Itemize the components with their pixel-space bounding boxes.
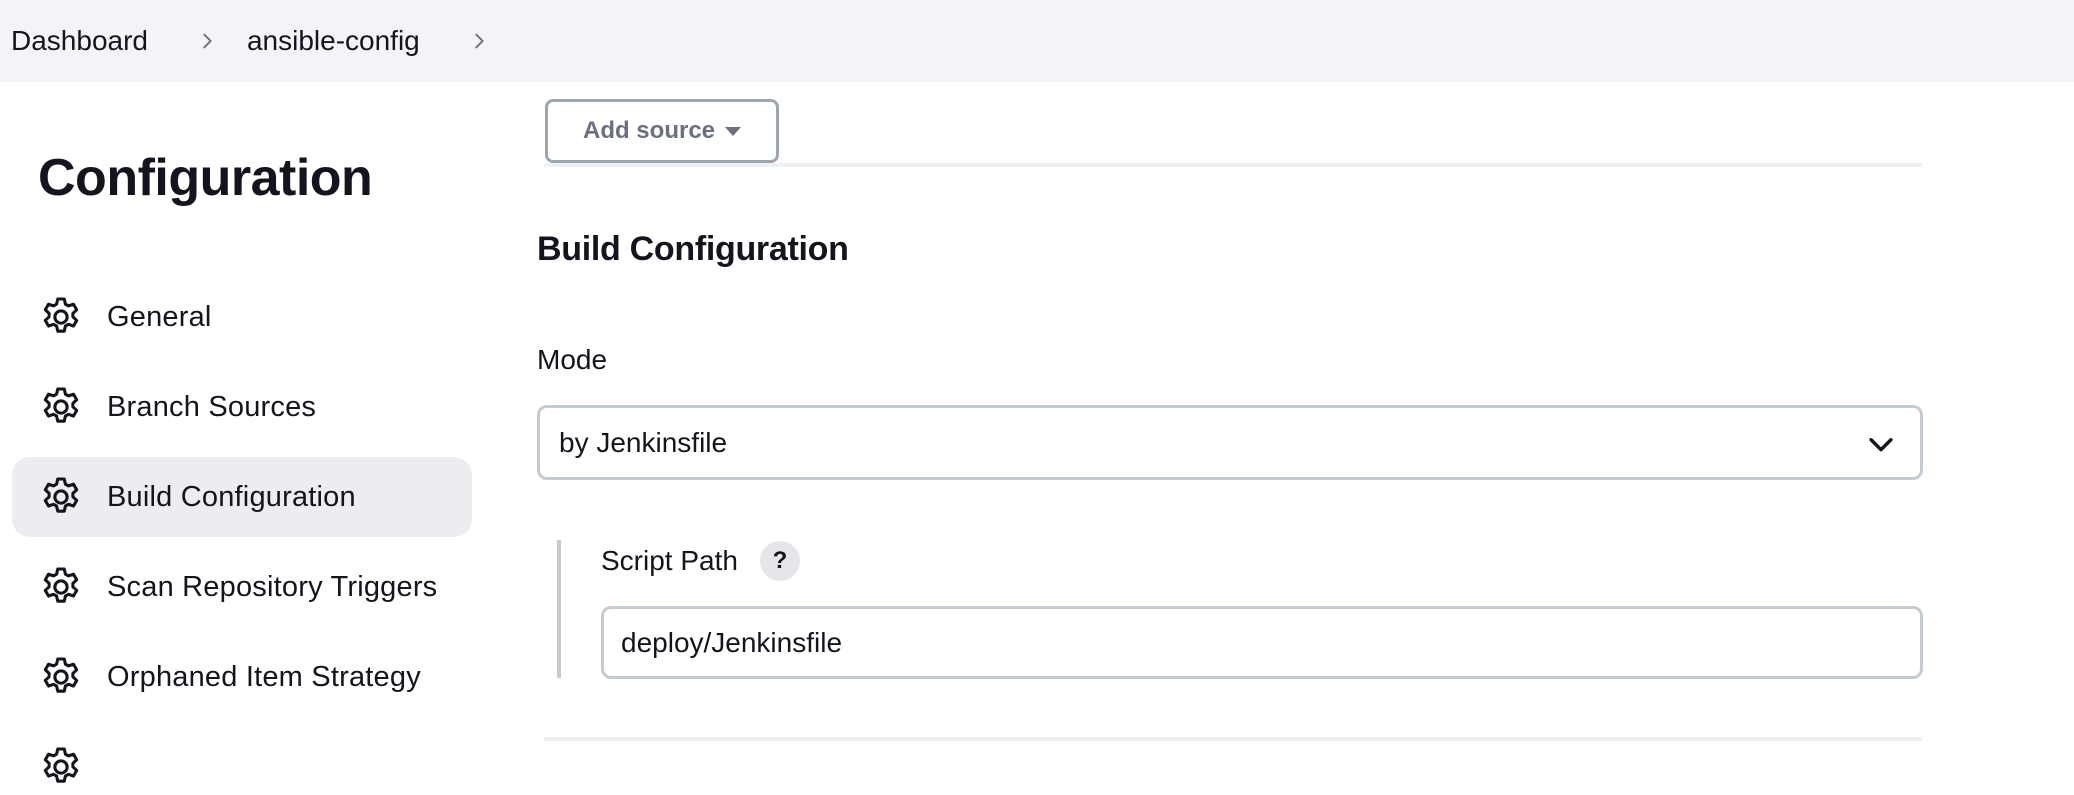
sidebar-item-branch-sources[interactable]: Branch Sources: [12, 367, 472, 447]
breadcrumb-dashboard-link[interactable]: Dashboard: [11, 25, 148, 57]
help-icon[interactable]: ?: [760, 541, 800, 581]
caret-down-icon: [725, 126, 742, 136]
sidebar-item-scan-repository-triggers[interactable]: Scan Repository Triggers: [12, 547, 472, 627]
gear-icon: [38, 654, 84, 700]
gear-icon: [38, 474, 84, 520]
add-source-button[interactable]: Add source: [545, 99, 779, 163]
breadcrumb-ansible-config-link[interactable]: ansible-config: [247, 25, 420, 57]
add-source-label: Add source: [582, 117, 716, 144]
script-path-label: Script Path: [601, 545, 738, 576]
sidebar-item-label: Branch Sources: [107, 390, 317, 423]
sidebar-item-label: Orphaned Item Strategy: [107, 660, 421, 693]
breadcrumb: Dashboard ansible-config: [0, 0, 2074, 82]
gear-icon: [38, 294, 84, 340]
gear-icon: [38, 564, 84, 610]
mode-select-value: by Jenkinsfile: [559, 426, 728, 458]
sidebar-item-build-configuration[interactable]: Build Configuration: [12, 457, 472, 537]
script-path-input[interactable]: [601, 606, 1923, 679]
chevron-right-icon[interactable]: [192, 26, 222, 56]
sidebar-item-label: General: [107, 300, 212, 333]
mode-label: Mode: [537, 344, 608, 375]
section-divider: [544, 163, 1922, 167]
sidebar-item-label: Build Configuration: [107, 480, 356, 513]
section-title: Build Configuration: [537, 230, 849, 268]
sidebar-item-general[interactable]: General: [12, 277, 472, 357]
page-title: Configuration: [38, 149, 373, 207]
chevron-right-icon[interactable]: [464, 26, 494, 56]
sidebar-item-label: Scan Repository Triggers: [107, 570, 438, 603]
gear-icon: [38, 384, 84, 430]
sidebar-item-orphaned-item-strategy[interactable]: Orphaned Item Strategy: [12, 637, 472, 717]
section-divider: [544, 737, 1922, 741]
mode-select[interactable]: by Jenkinsfile: [537, 405, 1923, 480]
nested-section-bar: [557, 540, 561, 678]
chevron-down-icon: [1869, 438, 1893, 452]
gear-icon[interactable]: [38, 744, 84, 790]
